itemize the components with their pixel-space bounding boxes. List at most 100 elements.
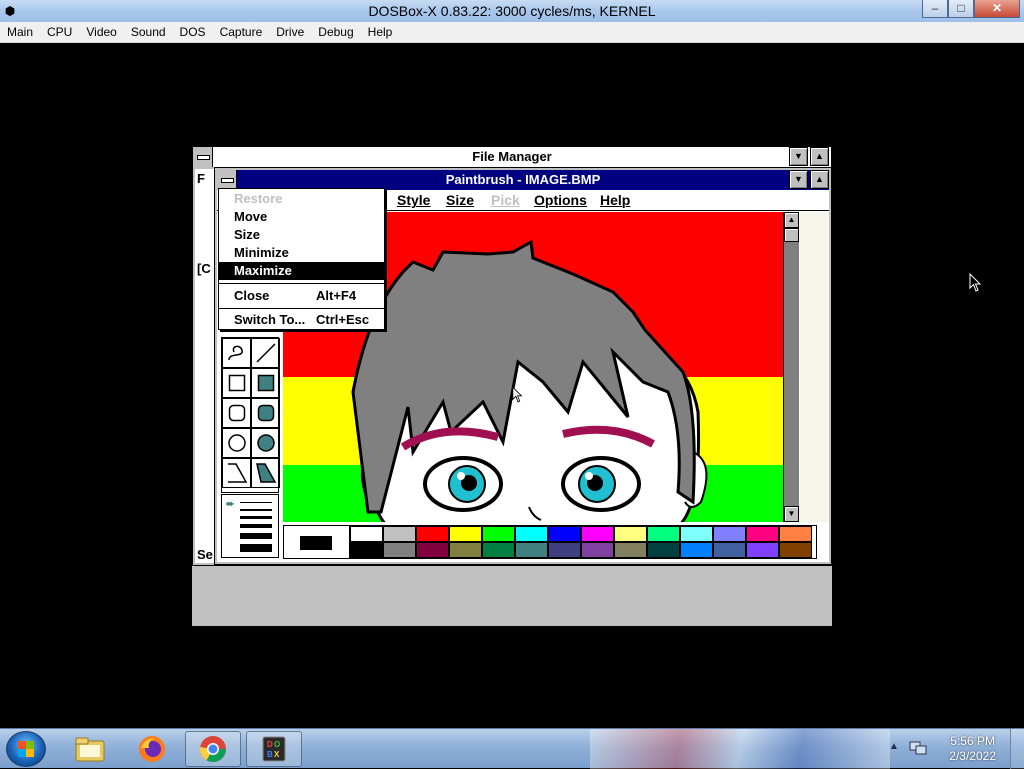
line-width-option[interactable] [240,502,272,503]
toolbox [221,337,280,493]
menu-options[interactable]: Options [534,192,587,208]
palette-swatch[interactable] [416,542,449,558]
start-button[interactable] [6,731,46,767]
menu-item-label: Switch To... [234,312,306,327]
palette-swatch[interactable] [350,542,383,558]
line-width-option[interactable] [240,524,272,528]
taskbar-firefox-button[interactable] [124,731,180,767]
scroll-thumb[interactable] [784,228,799,242]
clock[interactable]: 5:56 PM 2/3/2022 [949,734,996,764]
filled-polygon-tool-icon[interactable] [251,458,280,488]
palette-swatch[interactable] [746,542,779,558]
palette-swatch[interactable] [680,542,713,558]
palette-swatch[interactable] [548,542,581,558]
palette-swatch[interactable] [779,542,812,558]
filled-box-tool-icon[interactable] [251,368,280,398]
color-palette [283,525,817,559]
line-width-option[interactable] [240,509,272,511]
show-hidden-icons-icon[interactable]: ▲ [889,741,899,752]
menu-cpu[interactable]: CPU [40,22,79,42]
host-title-bar[interactable]: ⬢ DOSBox-X 0.83.22: 3000 cycles/ms, KERN… [0,0,1024,22]
file-manager-minimize-icon[interactable]: ▼ [789,147,808,166]
line-width-option[interactable] [240,516,272,519]
palette-swatch[interactable] [416,526,449,542]
menu-help[interactable]: Help [361,22,400,42]
menu-item-maximize[interactable]: Maximize [219,262,384,280]
minimize-button[interactable]: – [922,0,948,18]
palette-swatch[interactable] [746,526,779,542]
menu-item-move[interactable]: Move [219,208,384,226]
line-width-option[interactable] [240,544,272,552]
palette-swatch[interactable] [581,526,614,542]
menu-item-label: Restore [234,191,283,206]
scroll-up-icon[interactable]: ▲ [784,212,799,228]
menu-dos[interactable]: DOS [173,22,213,42]
menu-item-size[interactable]: Size [219,226,384,244]
palette-swatch[interactable] [482,542,515,558]
menu-pick[interactable]: Pick [491,192,520,208]
maximize-button[interactable]: □ [948,0,974,18]
menu-drive[interactable]: Drive [269,22,311,42]
paintbrush-minimize-icon[interactable]: ▼ [789,170,808,189]
menu-item-restore[interactable]: Restore [219,190,384,208]
palette-swatch[interactable] [515,526,548,542]
menu-capture[interactable]: Capture [213,22,270,42]
menu-item-close[interactable]: Close Alt+F4 [219,287,384,305]
taskbar-chrome-button[interactable] [185,731,241,767]
rounded-box-tool-icon[interactable] [222,398,251,428]
curve-tool-icon[interactable] [222,338,251,368]
dosbox-app-icon[interactable]: ⬢ [3,3,17,19]
palette-swatch[interactable] [647,542,680,558]
file-manager-title-bar[interactable]: File Manager [193,147,831,167]
menu-debug[interactable]: Debug [311,22,360,42]
paintbrush-title-bar[interactable]: Paintbrush - IMAGE.BMP [217,170,829,190]
palette-swatch[interactable] [647,526,680,542]
taskbar-dosbox-button[interactable]: D O B X [246,731,302,767]
menu-size[interactable]: Size [446,192,474,208]
filled-circle-tool-icon[interactable] [251,428,280,458]
palette-swatch[interactable] [449,526,482,542]
taskbar-explorer-button[interactable] [62,731,118,767]
palette-swatch[interactable] [383,526,416,542]
menu-help-pb[interactable]: Help [600,192,630,208]
file-menu-fragment[interactable]: F [197,171,205,186]
palette-swatch[interactable] [779,526,812,542]
palette-swatch[interactable] [614,526,647,542]
line-width-box[interactable]: ➨ [221,494,279,558]
menu-sound[interactable]: Sound [124,22,173,42]
palette-swatch[interactable] [581,542,614,558]
palette-swatch[interactable] [713,542,746,558]
close-button[interactable]: ✕ [974,0,1020,18]
line-tool-icon[interactable] [251,338,280,368]
canvas-vertical-scrollbar[interactable]: ▲ ▼ [783,212,799,522]
file-manager-control-menu-box[interactable] [193,147,213,167]
circle-tool-icon[interactable] [222,428,251,458]
line-width-option[interactable] [240,533,272,539]
palette-swatch[interactable] [713,526,746,542]
network-icon[interactable] [909,740,927,756]
menu-style[interactable]: Style [397,192,430,208]
palette-swatch[interactable] [680,526,713,542]
file-manager-maximize-icon[interactable]: ▲ [810,147,829,166]
mouse-pointer-icon [969,273,982,292]
paintbrush-control-menu-box[interactable] [217,170,237,190]
palette-swatch[interactable] [449,542,482,558]
palette-swatch[interactable] [548,526,581,542]
filled-rounded-box-tool-icon[interactable] [251,398,280,428]
menu-video[interactable]: Video [79,22,123,42]
menu-item-switch-to[interactable]: Switch To... Ctrl+Esc [219,311,384,329]
menu-main[interactable]: Main [0,22,40,42]
palette-swatch[interactable] [614,542,647,558]
palette-swatch[interactable] [350,526,383,542]
show-desktop-button[interactable] [1010,729,1024,769]
palette-swatch[interactable] [383,542,416,558]
host-menu-bar: Main CPU Video Sound DOS Capture Drive D… [0,22,1024,43]
box-tool-icon[interactable] [222,368,251,398]
polygon-tool-icon[interactable] [222,458,251,488]
paintbrush-right-strip [800,212,829,522]
palette-swatch[interactable] [482,526,515,542]
paintbrush-maximize-icon[interactable]: ▲ [810,170,829,189]
scroll-down-icon[interactable]: ▼ [784,506,799,522]
palette-swatch[interactable] [515,542,548,558]
menu-item-minimize[interactable]: Minimize [219,244,384,262]
